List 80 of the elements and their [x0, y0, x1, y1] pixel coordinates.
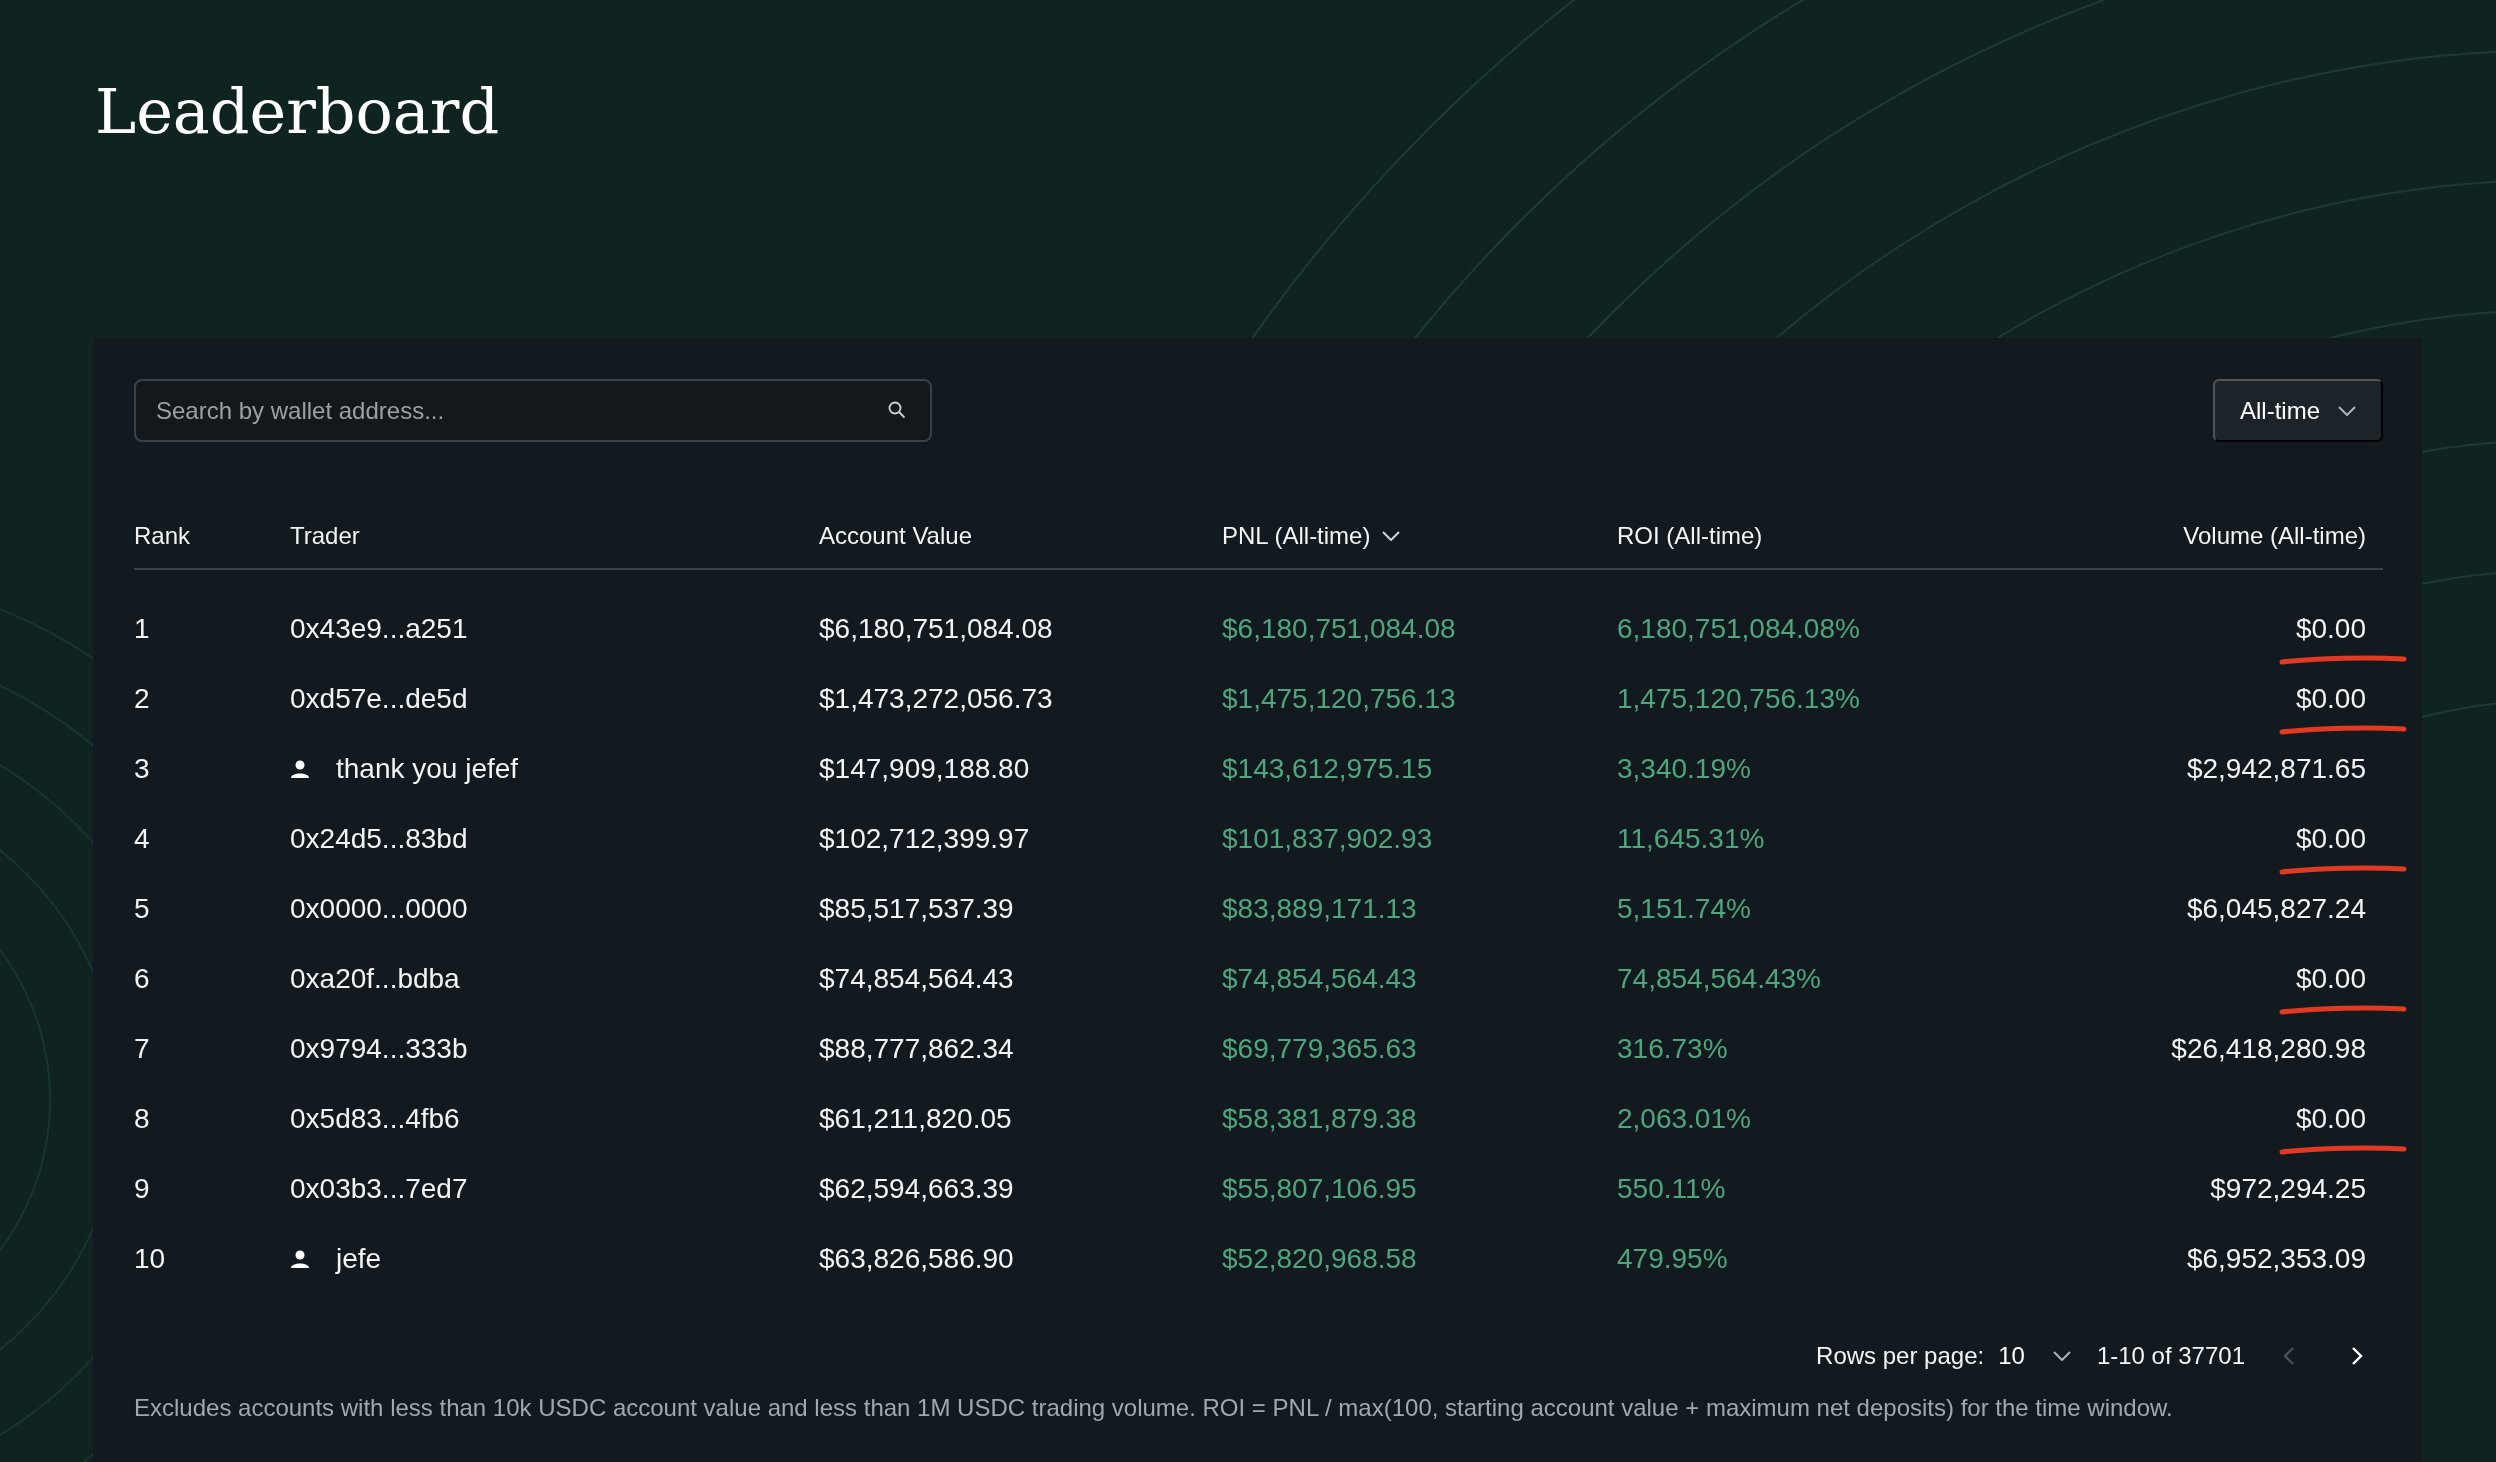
rank-cell-text: 7 [134, 1033, 151, 1065]
column-header[interactable]: Trader [290, 522, 819, 550]
roi-cell-text: 74,854,564.43% [1617, 963, 1822, 995]
pnl-cell-text: $6,180,751,084.08 [1222, 613, 1457, 645]
column-header[interactable]: ROI (All-time) [1617, 522, 2184, 550]
rank-cell-text: 10 [134, 1243, 167, 1275]
account-value-cell-text: $85,517,537.39 [819, 893, 1015, 925]
rank-cell-text: 8 [134, 1103, 151, 1135]
sort-chevron-icon [1382, 531, 1401, 541]
roi-cell-text: 316.73% [1617, 1033, 1729, 1065]
next-page-button[interactable] [2351, 1346, 2363, 1366]
volume-cell: $0.00 [2295, 613, 2366, 645]
pnl-cell-text: $69,779,365.63 [1222, 1033, 1418, 1065]
rows-per-page-select[interactable]: 10 [1998, 1342, 2071, 1370]
pnl-cell-text: $52,820,968.58 [1222, 1243, 1418, 1275]
volume-cell: $0.00 [2295, 963, 2366, 995]
volume-cell: $972,294.25 [2210, 1173, 2366, 1205]
account-value-cell-text: $1,473,272,056.73 [819, 683, 1054, 715]
trader-address[interactable]: 0x5d83...4fb6 [290, 1103, 819, 1135]
sort-header[interactable]: PNL (All-time) [1222, 522, 1617, 550]
roi-cell-text: 1,475,120,756.13% [1617, 683, 1861, 715]
roi-cell-text: 3,340.19% [1617, 753, 1752, 785]
search-icon [888, 401, 906, 419]
trader-address[interactable]: 0x43e9...a251 [290, 613, 819, 645]
rank-cell-text: 4 [134, 823, 151, 855]
chevron-down-icon [2052, 1351, 2071, 1361]
person-icon [290, 1249, 310, 1269]
trader-name[interactable]: jefe [336, 1243, 382, 1275]
column-header[interactable]: Volume (All-time) [2183, 522, 2383, 550]
person-icon [290, 759, 310, 779]
volume-cell: $0.00 [2295, 823, 2366, 855]
footnote: Excludes accounts with less than 10k USDC account value and less than 1M USDC trading volume. ROI = PNL / max(100, starting account value + maximum net deposits) for the time window. [134, 1394, 2174, 1422]
pnl-cell-text: $58,381,879.38 [1222, 1103, 1418, 1135]
page-title: Leaderboard [95, 74, 500, 150]
pnl-cell-text: $143,612,975.15 [1222, 753, 1434, 785]
account-value-cell-text: $6,180,751,084.08 [819, 613, 1054, 645]
account-value-cell-text: $88,777,862.34 [819, 1033, 1015, 1065]
volume-cell: $2,942,871.65 [2186, 753, 2366, 785]
rank-cell-text: 2 [134, 683, 151, 715]
roi-cell-text: 550.11% [1617, 1173, 1727, 1205]
page-range: 1-10 of 37701 [2096, 1342, 2245, 1370]
roi-cell-text: 6,180,751,084.08% [1617, 613, 1861, 645]
volume-cell: $0.00 [2295, 683, 2366, 715]
trader-address[interactable]: 0x0000...0000 [290, 893, 819, 925]
column-header[interactable]: Rank [134, 522, 290, 550]
rank-cell-text: 1 [134, 613, 151, 645]
account-value-cell-text: $63,826,586.90 [819, 1243, 1015, 1275]
account-value-cell-text: $74,854,564.43 [819, 963, 1015, 995]
account-value-cell-text: $147,909,188.80 [819, 753, 1031, 785]
pnl-cell-text: $1,475,120,756.13 [1222, 683, 1457, 715]
volume-cell: $26,418,280.98 [2171, 1033, 2366, 1065]
volume-cell: $6,952,353.09 [2186, 1243, 2366, 1275]
rank-cell-text: 5 [134, 893, 151, 925]
roi-cell-text: 479.95% [1617, 1243, 1729, 1275]
trader-address[interactable]: 0xd57e...de5d [290, 683, 819, 715]
search-field[interactable]: Search by wallet address... [134, 379, 932, 442]
volume-cell: $6,045,827.24 [2186, 893, 2366, 925]
roi-cell-text: 5,151.74% [1617, 893, 1752, 925]
roi-cell-text: 2,063.01% [1617, 1103, 1752, 1135]
trader-address[interactable]: 0x03b3...7ed7 [290, 1173, 819, 1205]
volume-cell: $0.00 [2295, 1103, 2366, 1135]
pnl-cell-text: $101,837,902.93 [1222, 823, 1434, 855]
trader-name[interactable]: thank you jefef [336, 753, 519, 785]
trader-address[interactable]: 0xa20f...bdba [290, 963, 819, 995]
account-value-cell-text: $61,211,820.05 [819, 1103, 1013, 1135]
roi-cell-text: 11,645.31% [1617, 823, 1766, 855]
period-dropdown[interactable]: All-time [2213, 379, 2383, 442]
account-value-cell-text: $102,712,399.97 [819, 823, 1031, 855]
pnl-cell-text: $74,854,564.43 [1222, 963, 1418, 995]
column-header[interactable]: Account Value [819, 522, 1222, 550]
rank-cell-text: 6 [134, 963, 151, 995]
chevron-down-icon [2338, 405, 2356, 416]
account-value-cell-text: $62,594,663.39 [819, 1173, 1015, 1205]
rank-cell-text: 9 [134, 1173, 151, 1205]
rows-per-page-label: Rows per page: [1816, 1342, 1985, 1370]
pnl-cell-text: $55,807,106.95 [1222, 1173, 1418, 1205]
trader-address[interactable]: 0x24d5...83bd [290, 823, 819, 855]
trader-address[interactable]: 0x9794...333b [290, 1033, 819, 1065]
rank-cell-text: 3 [134, 753, 151, 785]
pnl-cell-text: $83,889,171.13 [1222, 893, 1418, 925]
